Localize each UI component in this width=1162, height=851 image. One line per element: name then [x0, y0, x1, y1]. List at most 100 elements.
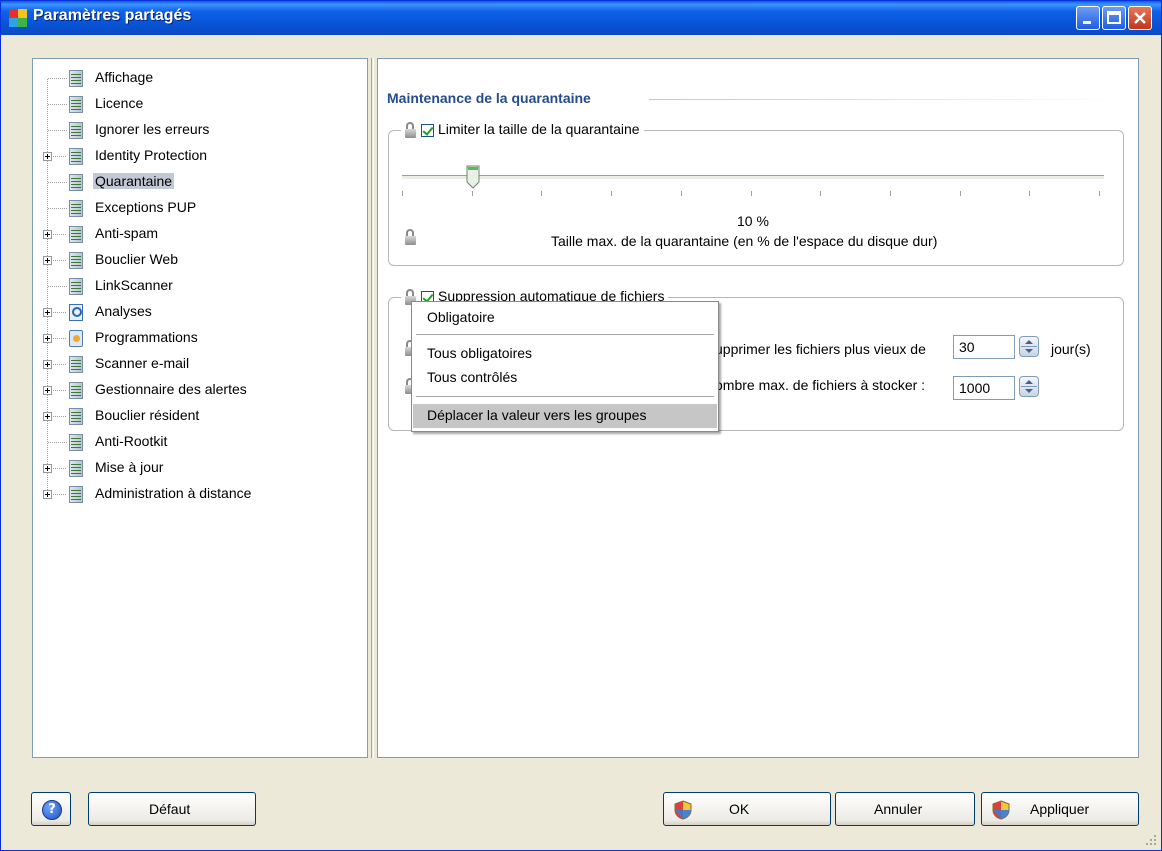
- tree-item[interactable]: Analyses: [33, 301, 363, 323]
- settings-page-icon: [69, 200, 83, 217]
- section-title: Maintenance de la quarantaine: [387, 90, 591, 106]
- tree-item[interactable]: Bouclier Web: [33, 249, 363, 271]
- settings-tree[interactable]: Affichage Licence Ignorer les erreurs Ident…: [32, 58, 368, 758]
- expand-icon[interactable]: [43, 308, 52, 317]
- close-icon: [1134, 12, 1146, 24]
- tree-item[interactable]: Administration à distance: [33, 483, 363, 505]
- settings-page-icon: [69, 408, 83, 425]
- expand-icon[interactable]: [43, 334, 52, 343]
- tree-item[interactable]: Ignorer les erreurs: [33, 119, 363, 141]
- max-age-value: 30: [959, 339, 975, 355]
- expand-icon[interactable]: [43, 412, 52, 421]
- menu-item-mandatory[interactable]: Obligatoire: [413, 306, 717, 330]
- tree-item[interactable]: Anti-spam: [33, 223, 363, 245]
- settings-page-icon: [69, 252, 83, 269]
- tree-item[interactable]: Affichage: [33, 67, 363, 89]
- context-menu: Obligatoire Tous obligatoires Tous contr…: [411, 301, 719, 432]
- limit-size-label: Limiter la taille de la quarantaine: [438, 121, 640, 137]
- slider-tick: [889, 191, 891, 196]
- cancel-button[interactable]: Annuler: [835, 792, 975, 826]
- tree-item[interactable]: Programmations: [33, 327, 363, 349]
- lock-icon[interactable]: [405, 229, 417, 245]
- tree-item-label: Administration à distance: [95, 485, 252, 501]
- default-button[interactable]: Défaut: [88, 792, 256, 826]
- tree-item-label: Affichage: [95, 69, 154, 85]
- menu-item-move-to-groups[interactable]: Déplacer la valeur vers les groupes: [413, 404, 717, 428]
- settings-page-icon: [69, 122, 83, 139]
- section-title-rule: [649, 99, 1119, 100]
- menu-item-all-mandatory[interactable]: Tous obligatoires: [413, 342, 717, 366]
- search-icon: [69, 304, 83, 321]
- title-bar[interactable]: Paramètres partagés: [1, 1, 1161, 35]
- max-files-value: 1000: [959, 380, 991, 396]
- quarantine-size-slider-thumb[interactable]: [466, 165, 482, 191]
- limit-size-checkbox[interactable]: [421, 123, 434, 137]
- tree-item[interactable]: Bouclier résident: [33, 405, 363, 427]
- slider-tick: [820, 191, 822, 196]
- max-files-input[interactable]: 1000: [953, 376, 1015, 400]
- settings-page-icon: [69, 434, 83, 451]
- settings-page-icon: [69, 70, 83, 87]
- expand-icon[interactable]: [43, 152, 52, 161]
- tree-item[interactable]: Gestionnaire des alertes: [33, 379, 363, 401]
- tree-item-label: Licence: [95, 95, 144, 111]
- maximize-button[interactable]: [1102, 6, 1126, 30]
- minimize-button[interactable]: [1076, 6, 1100, 30]
- expand-icon[interactable]: [43, 360, 52, 369]
- slider-value-text: 10 %: [737, 213, 769, 229]
- max-age-label: upprimer les fichiers plus vieux de: [715, 341, 926, 357]
- slider-tick: [611, 191, 613, 196]
- slider-tick: [402, 191, 403, 196]
- tree-item[interactable]: Licence: [33, 93, 363, 115]
- ok-button[interactable]: OK: [663, 792, 831, 826]
- resize-grip-icon[interactable]: [1145, 834, 1157, 846]
- settings-page-icon: [69, 460, 83, 477]
- shield-icon: [674, 800, 692, 820]
- apply-button[interactable]: Appliquer: [981, 792, 1139, 826]
- tree-item[interactable]: Mise à jour: [33, 457, 363, 479]
- slider-tick: [750, 191, 752, 196]
- expand-icon[interactable]: [43, 490, 52, 499]
- tree-item-label: Bouclier Web: [95, 251, 179, 267]
- tree-item[interactable]: Quarantaine: [33, 171, 363, 193]
- max-files-label: ombre max. de fichiers à stocker :: [715, 377, 926, 393]
- tree-item[interactable]: Scanner e-mail: [33, 353, 363, 375]
- settings-page-icon: [69, 382, 83, 399]
- help-button[interactable]: ?: [31, 792, 71, 826]
- tree-item-label: Quarantaine: [93, 173, 175, 189]
- tree-item[interactable]: LinkScanner: [33, 275, 363, 297]
- settings-page-icon: [69, 278, 83, 295]
- quarantine-size-legend: Limiter la taille de la quarantaine: [401, 121, 644, 139]
- menu-item-all-controlled[interactable]: Tous contrôlés: [413, 366, 717, 390]
- tree-item[interactable]: Exceptions PUP: [33, 197, 363, 219]
- slider-tick: [1029, 191, 1031, 196]
- expand-icon[interactable]: [43, 386, 52, 395]
- tree-item-label: Mise à jour: [95, 459, 164, 475]
- lock-icon[interactable]: [405, 122, 417, 139]
- close-button[interactable]: [1128, 6, 1152, 30]
- slider-caption: Taille max. de la quarantaine (en % de l…: [551, 233, 938, 249]
- tree-item-label: Scanner e-mail: [95, 355, 190, 371]
- max-age-input[interactable]: 30: [953, 335, 1015, 359]
- tree-item-label: Anti-Rootkit: [95, 433, 168, 449]
- menu-separator: [416, 396, 714, 397]
- expand-icon[interactable]: [43, 230, 52, 239]
- tree-item-label: Bouclier résident: [95, 407, 200, 423]
- max-age-unit: jour(s): [1051, 341, 1091, 357]
- window: Paramètres partagés Affichage Licence Igno…: [0, 0, 1162, 851]
- settings-page-icon: [69, 96, 83, 113]
- maximize-icon: [1107, 11, 1121, 24]
- minimize-icon: [1083, 21, 1091, 24]
- max-files-stepper[interactable]: [1019, 376, 1039, 397]
- settings-page-icon: [69, 356, 83, 373]
- panel-splitter[interactable]: [371, 58, 374, 758]
- tree-item[interactable]: Anti-Rootkit: [33, 431, 363, 453]
- expand-icon[interactable]: [43, 464, 52, 473]
- max-age-stepper[interactable]: [1019, 336, 1039, 357]
- quarantine-size-slider-track[interactable]: [402, 175, 1104, 180]
- tree-item-label: Anti-spam: [95, 225, 159, 241]
- app-logo-icon: [9, 9, 27, 27]
- tree-item[interactable]: Identity Protection: [33, 145, 363, 167]
- expand-icon[interactable]: [43, 256, 52, 265]
- slider-tick: [471, 191, 473, 196]
